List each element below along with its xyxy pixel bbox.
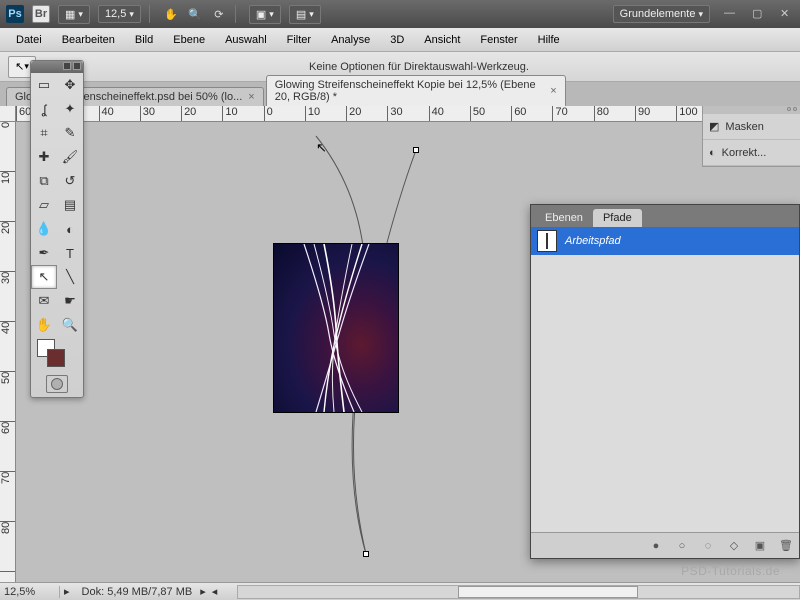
paths-tab[interactable]: Pfade bbox=[593, 209, 642, 227]
path-select-tool[interactable]: ↖ bbox=[31, 265, 57, 289]
menu-filter[interactable]: Filter bbox=[277, 30, 321, 50]
paths-list[interactable]: Arbeitspfad bbox=[531, 227, 799, 532]
quickmask-toggle[interactable] bbox=[46, 375, 68, 393]
marquee-tool[interactable]: ▭ bbox=[31, 73, 57, 97]
bridge-icon[interactable]: Br bbox=[32, 5, 50, 23]
layers-tab[interactable]: Ebenen bbox=[535, 209, 593, 227]
gradient-tool[interactable]: ▤ bbox=[57, 193, 83, 217]
screen-mode-button[interactable]: ▣ bbox=[249, 5, 281, 24]
path-name: Arbeitspfad bbox=[565, 235, 621, 247]
panel-tabstrip: Ebenen Pfade bbox=[531, 205, 799, 227]
menu-ebene[interactable]: Ebene bbox=[163, 30, 215, 50]
title-bar: Ps Br ▦ 12,5 ✋ 🔍 ⟳ ▣ ▤ Grundelemente — ▢… bbox=[0, 0, 800, 28]
menu-analyse[interactable]: Analyse bbox=[321, 30, 380, 50]
pen-tool[interactable]: ✒ bbox=[31, 241, 57, 265]
menu-ansicht[interactable]: Ansicht bbox=[414, 30, 470, 50]
color-swatches[interactable] bbox=[31, 337, 83, 371]
rotate-view-icon[interactable]: ⟳ bbox=[211, 6, 227, 22]
workspace-switcher[interactable]: Grundelemente bbox=[613, 5, 710, 23]
extras-button[interactable]: ▤ bbox=[289, 5, 321, 24]
dodge-tool[interactable]: ◐ bbox=[57, 217, 83, 241]
history-brush-tool[interactable]: ↺ bbox=[57, 169, 83, 193]
zoom-tool-icon[interactable]: 🔍 bbox=[187, 6, 203, 22]
path-anchor[interactable] bbox=[363, 551, 369, 557]
hand-tool[interactable]: ✋ bbox=[31, 313, 57, 337]
masks-panel-tab[interactable]: ◩ Masken bbox=[703, 114, 800, 140]
status-bar: 12,5% ▸ Dok: 5,49 MB/7,87 MB ▸◂ bbox=[0, 582, 800, 600]
photoshop-logo-icon: Ps bbox=[6, 5, 24, 23]
path-row[interactable]: Arbeitspfad bbox=[531, 227, 799, 255]
eyedropper-tool[interactable]: ✎ bbox=[57, 121, 83, 145]
adjustments-icon: ◐ bbox=[709, 147, 716, 159]
line-tool[interactable]: ╲ bbox=[57, 265, 83, 289]
wand-tool[interactable]: ✦ bbox=[57, 97, 83, 121]
options-text: Keine Optionen für Direktauswahl-Werkzeu… bbox=[46, 61, 792, 73]
document-info[interactable]: Dok: 5,49 MB/7,87 MB bbox=[74, 586, 201, 598]
ruler-origin[interactable] bbox=[0, 106, 16, 122]
close-tab-icon[interactable]: × bbox=[248, 91, 254, 103]
right-panel-dock: ◩ Masken ◐ Korrekt... bbox=[702, 106, 800, 167]
lasso-tool[interactable]: ʆ bbox=[31, 97, 57, 121]
watermark: PSD-Tutorials.de bbox=[681, 564, 780, 578]
healing-tool[interactable]: ✚ bbox=[31, 145, 57, 169]
ruler-horizontal[interactable]: 6050403020100102030405060708090100110120 bbox=[16, 106, 800, 122]
panel-tab-label: Masken bbox=[725, 121, 764, 133]
scrollbar-thumb[interactable] bbox=[458, 586, 638, 598]
cursor-icon: ↖ bbox=[316, 140, 327, 156]
tools-panel: ▭✥ʆ✦⌗✎✚🖌⧉↺▱▤💧◐✒T↖╲✉☛✋🔍 bbox=[30, 60, 84, 398]
zoom-label: 12,5 bbox=[105, 8, 126, 20]
hand-tool-icon[interactable]: ✋ bbox=[163, 6, 179, 22]
move-tool[interactable]: ✥ bbox=[57, 73, 83, 97]
horizontal-scrollbar[interactable] bbox=[237, 585, 800, 599]
tools-panel-header[interactable] bbox=[31, 61, 83, 73]
workspace-label: Grundelemente bbox=[620, 8, 696, 20]
background-color[interactable] bbox=[47, 349, 65, 367]
new-path-icon[interactable]: ▣ bbox=[753, 539, 767, 553]
paths-panel: Ebenen Pfade Arbeitspfad ● ○ ◌ ◇ ▣ 🗑 bbox=[530, 204, 800, 559]
eraser-tool[interactable]: ▱ bbox=[31, 193, 57, 217]
menu-datei[interactable]: Datei bbox=[6, 30, 52, 50]
stroke-path-icon[interactable]: ○ bbox=[675, 539, 689, 553]
paths-panel-footer: ● ○ ◌ ◇ ▣ 🗑 bbox=[531, 532, 799, 558]
menu-auswahl[interactable]: Auswahl bbox=[215, 30, 277, 50]
panel-tab-label: Korrekt... bbox=[722, 147, 767, 159]
document-view[interactable] bbox=[274, 244, 398, 412]
zoom-field[interactable]: 12,5% bbox=[0, 586, 60, 598]
path-anchor[interactable] bbox=[413, 147, 419, 153]
load-selection-icon[interactable]: ◌ bbox=[701, 539, 715, 553]
menu-3d[interactable]: 3D bbox=[380, 30, 414, 50]
crop-tool[interactable]: ⌗ bbox=[31, 121, 57, 145]
brush-tool[interactable]: 🖌 bbox=[57, 145, 83, 169]
adjustments-panel-tab[interactable]: ◐ Korrekt... bbox=[703, 140, 800, 166]
hand2-tool[interactable]: ☛ bbox=[57, 289, 83, 313]
make-workpath-icon[interactable]: ◇ bbox=[727, 539, 741, 553]
ruler-vertical[interactable]: 01020304050607080 bbox=[0, 122, 16, 582]
close-button[interactable]: ✕ bbox=[780, 7, 794, 21]
minimize-button[interactable]: — bbox=[724, 7, 738, 21]
close-tab-icon[interactable]: × bbox=[550, 85, 556, 97]
fill-path-icon[interactable]: ● bbox=[649, 539, 663, 553]
masks-icon: ◩ bbox=[709, 120, 719, 133]
stamp-tool[interactable]: ⧉ bbox=[31, 169, 57, 193]
document-tab[interactable]: Glowing Streifenscheineffekt Kopie bei 1… bbox=[266, 75, 566, 106]
path-thumbnail bbox=[537, 230, 557, 252]
delete-path-icon[interactable]: 🗑 bbox=[779, 539, 793, 553]
tab-label: Glowing Streifenscheineffekt Kopie bei 1… bbox=[275, 79, 545, 103]
document-tabs: Glowing Streifenscheineffekt.psd bei 50%… bbox=[0, 82, 800, 106]
blur-tool[interactable]: 💧 bbox=[31, 217, 57, 241]
maximize-button[interactable]: ▢ bbox=[752, 7, 766, 21]
menu-hilfe[interactable]: Hilfe bbox=[528, 30, 570, 50]
notes-tool[interactable]: ✉ bbox=[31, 289, 57, 313]
menu-bar: Datei Bearbeiten Bild Ebene Auswahl Filt… bbox=[0, 28, 800, 52]
menu-bild[interactable]: Bild bbox=[125, 30, 163, 50]
zoom-tool[interactable]: 🔍 bbox=[57, 313, 83, 337]
type-tool[interactable]: T bbox=[57, 241, 83, 265]
zoom-level-dropdown[interactable]: 12,5 bbox=[98, 5, 141, 23]
arrange-documents-button[interactable]: ▦ bbox=[58, 5, 90, 24]
menu-bearbeiten[interactable]: Bearbeiten bbox=[52, 30, 125, 50]
menu-fenster[interactable]: Fenster bbox=[470, 30, 527, 50]
